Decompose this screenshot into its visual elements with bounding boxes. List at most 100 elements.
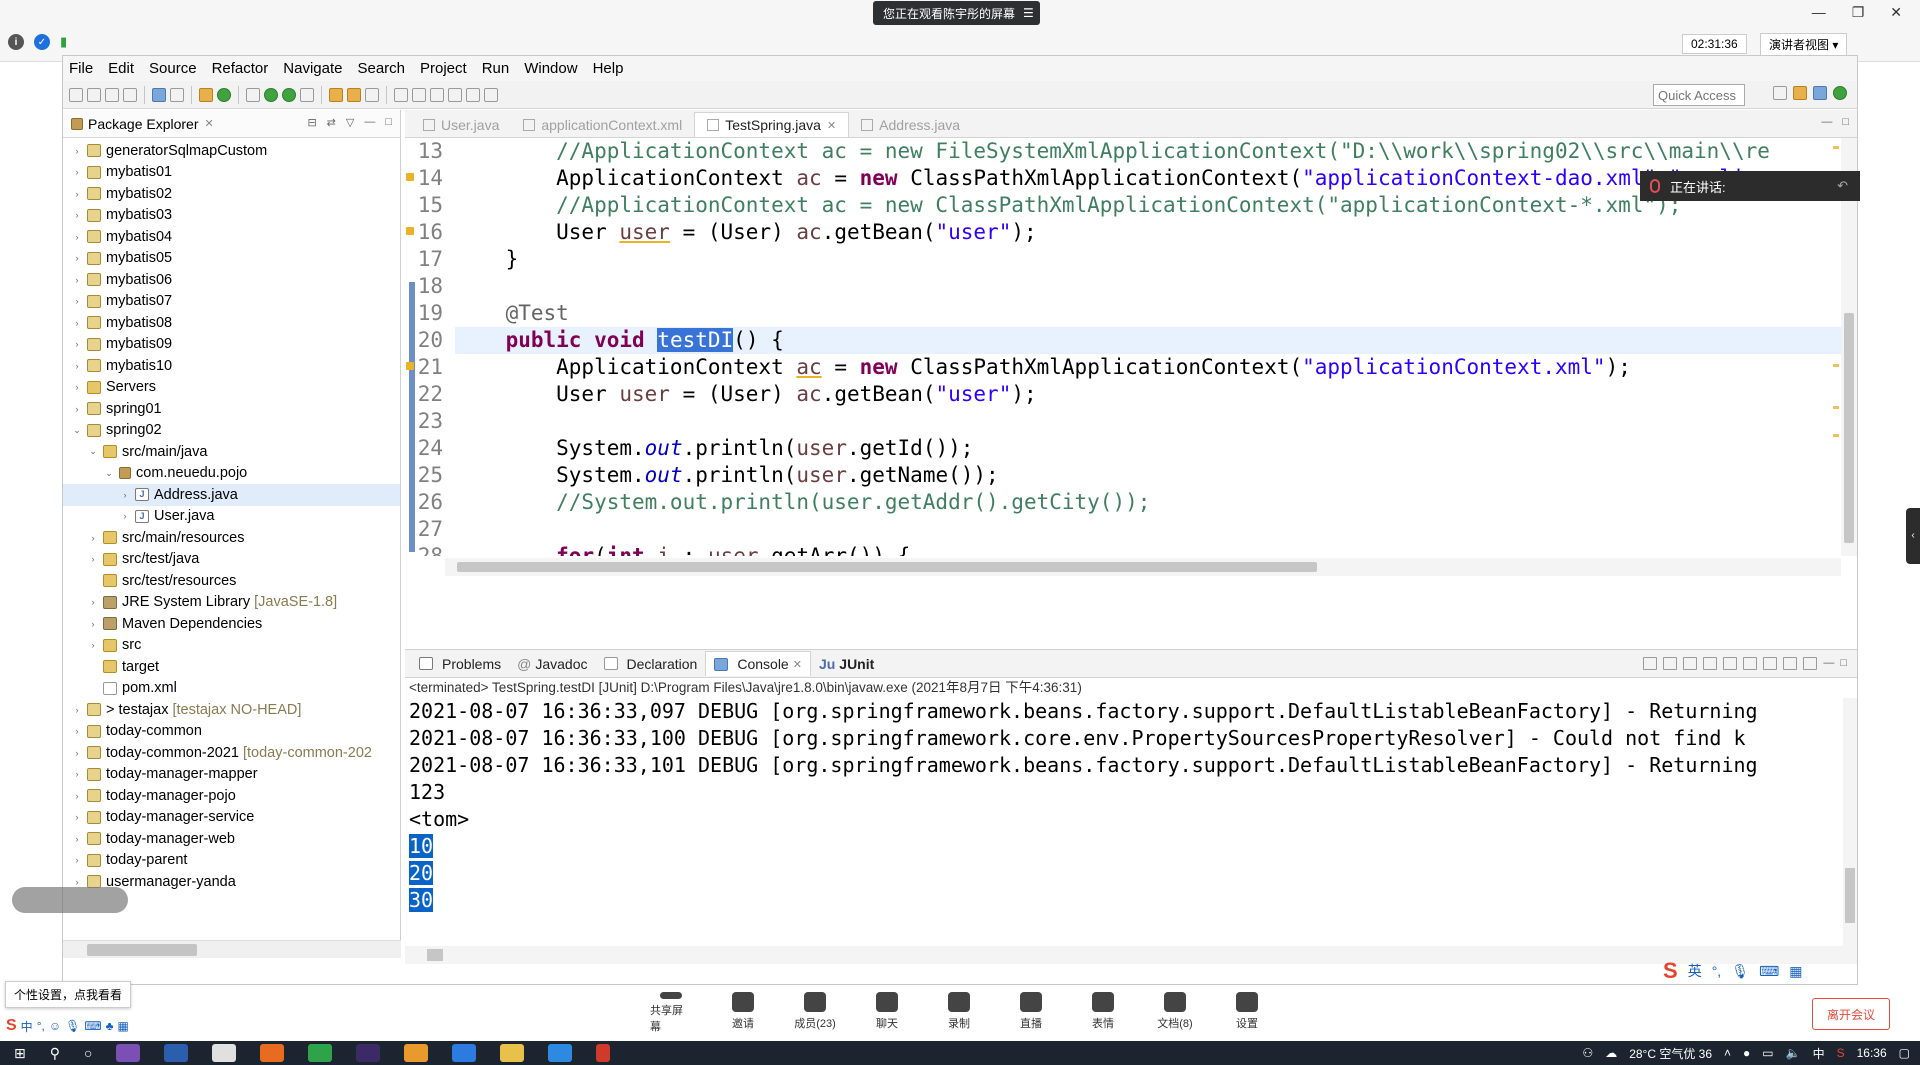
- line-number[interactable]: 14: [405, 165, 453, 192]
- side-panel-handle[interactable]: ‹: [1906, 508, 1920, 564]
- tab-user-java[interactable]: User.java: [411, 113, 511, 137]
- next-annotation-icon[interactable]: [412, 87, 426, 102]
- code-line[interactable]: //ApplicationContext ac = new ClassPathX…: [455, 192, 1841, 219]
- tab-test-spring-java[interactable]: TestSpring.java ✕: [694, 112, 850, 137]
- chevron-down-icon[interactable]: ⌄: [71, 425, 83, 436]
- console-line[interactable]: 2021-08-07 16:36:33,100 DEBUG [org.sprin…: [409, 725, 1857, 752]
- code-line[interactable]: ApplicationContext ac = new ClassPathXml…: [455, 165, 1841, 192]
- meeting-app-icon[interactable]: [452, 1044, 477, 1062]
- meeting-control-button[interactable]: 文档(8): [1154, 992, 1196, 1034]
- tree-item[interactable]: › today-manager-web: [63, 828, 400, 850]
- line-number[interactable]: 20: [405, 327, 453, 354]
- skip-breakpoints-icon[interactable]: [170, 87, 184, 102]
- chevron-right-icon[interactable]: ›: [71, 726, 83, 736]
- menu-icon[interactable]: ☰: [1023, 6, 1034, 20]
- code-line[interactable]: //ApplicationContext ac = new FileSystem…: [455, 138, 1841, 165]
- java-perspective-icon[interactable]: [1813, 86, 1827, 100]
- scrollbar-thumb[interactable]: [1844, 313, 1854, 543]
- chevron-right-icon[interactable]: ›: [119, 511, 131, 521]
- chevron-right-icon[interactable]: ›: [119, 490, 131, 500]
- tree-item[interactable]: ⌄ spring02: [63, 420, 400, 442]
- keyboard-icon[interactable]: ⌨: [84, 1019, 101, 1033]
- wechat-icon[interactable]: ●: [1743, 1046, 1750, 1060]
- terminate-icon[interactable]: [1643, 657, 1658, 670]
- code-line[interactable]: System.out.println(user.getId());: [455, 435, 1841, 462]
- code-lines[interactable]: //ApplicationContext ac = new FileSystem…: [455, 138, 1841, 556]
- coverage-icon[interactable]: [282, 87, 296, 102]
- prev-annotation-icon[interactable]: [430, 87, 444, 102]
- tree-item[interactable]: pom.xml: [63, 678, 400, 700]
- chevron-right-icon[interactable]: ›: [71, 361, 83, 371]
- chevron-down-icon[interactable]: ⌄: [87, 446, 99, 457]
- chevron-right-icon[interactable]: ›: [87, 533, 99, 543]
- meeting-control-button[interactable]: 成员(23): [794, 992, 836, 1034]
- tab-problems[interactable]: Problems: [411, 652, 509, 676]
- console-line[interactable]: 2021-08-07 16:36:33,097 DEBUG [org.sprin…: [409, 698, 1857, 725]
- tree-item[interactable]: › JRE System Library [JavaSE-1.8]: [63, 592, 400, 614]
- scrollbar-thumb[interactable]: [1845, 868, 1855, 923]
- console-line[interactable]: 20: [409, 860, 1857, 887]
- console-line[interactable]: 123: [409, 779, 1857, 806]
- line-number[interactable]: 21: [405, 354, 453, 381]
- punctuation-icon[interactable]: °,: [37, 1019, 45, 1033]
- code-line[interactable]: User user = (User) ac.getBean("user");: [455, 381, 1841, 408]
- tree-item[interactable]: src/test/resources: [63, 570, 400, 592]
- warning-marker[interactable]: [1833, 146, 1839, 149]
- close-icon[interactable]: ✕: [827, 119, 836, 132]
- chevron-right-icon[interactable]: ›: [71, 232, 83, 242]
- chevron-right-icon[interactable]: ›: [71, 296, 83, 306]
- search-icon[interactable]: [365, 87, 379, 102]
- tree-item[interactable]: › Servers: [63, 377, 400, 399]
- code-line[interactable]: }: [455, 246, 1841, 273]
- signal-icon[interactable]: ▮: [60, 34, 67, 50]
- tree-item[interactable]: › generatorSqlmapCustom: [63, 140, 400, 162]
- console-line[interactable]: <tom>: [409, 806, 1857, 833]
- firefox-icon[interactable]: [260, 1044, 285, 1062]
- terminal-icon[interactable]: [152, 87, 166, 102]
- minimize-icon[interactable]: —: [364, 116, 375, 129]
- menu-window[interactable]: Window: [524, 60, 577, 77]
- tree-item[interactable]: › today-common: [63, 721, 400, 743]
- meeting-control-button[interactable]: 录制: [938, 992, 980, 1034]
- horizontal-scrollbar[interactable]: [63, 940, 401, 958]
- warning-icon[interactable]: [406, 227, 414, 235]
- print-icon[interactable]: [123, 87, 137, 102]
- link-editor-icon[interactable]: ⇄: [327, 116, 336, 129]
- code-line[interactable]: [455, 273, 1841, 300]
- chevron-right-icon[interactable]: ›: [71, 253, 83, 263]
- tree-item[interactable]: › mybatis04: [63, 226, 400, 248]
- close-icon[interactable]: ✕: [793, 658, 802, 671]
- tree-item[interactable]: ⌄ com.neuedu.pojo: [63, 463, 400, 485]
- menu-refactor[interactable]: Refactor: [212, 60, 269, 77]
- console-output[interactable]: 2021-08-07 16:36:33,097 DEBUG [org.sprin…: [405, 698, 1857, 914]
- orange-app-icon[interactable]: [404, 1044, 429, 1062]
- chevron-right-icon[interactable]: ›: [71, 339, 83, 349]
- punctuation-icon[interactable]: °,: [1712, 963, 1722, 979]
- tab-console[interactable]: Console ✕: [705, 651, 811, 676]
- chevron-right-icon[interactable]: ›: [71, 791, 83, 801]
- save-icon[interactable]: [87, 87, 101, 102]
- horizontal-scrollbar[interactable]: [405, 946, 1857, 964]
- tray-language[interactable]: 英: [1688, 961, 1702, 981]
- tree-item[interactable]: › today-parent: [63, 850, 400, 872]
- tree-item[interactable]: › J Address.java: [63, 484, 400, 506]
- notification-icon[interactable]: ▢: [1899, 1046, 1910, 1060]
- tree-item[interactable]: › today-manager-pojo: [63, 785, 400, 807]
- leave-meeting-button[interactable]: 离开会议: [1812, 998, 1890, 1030]
- line-number[interactable]: 22: [405, 381, 453, 408]
- chevron-right-icon[interactable]: ›: [71, 318, 83, 328]
- code-line[interactable]: System.out.println(user.getName());: [455, 462, 1841, 489]
- open-perspective-icon[interactable]: [1773, 86, 1787, 100]
- scroll-lock-icon[interactable]: [1723, 657, 1738, 670]
- emoji-icon[interactable]: ☺: [49, 1019, 61, 1033]
- chevron-right-icon[interactable]: ›: [71, 275, 83, 285]
- chevron-right-icon[interactable]: ›: [87, 597, 99, 607]
- voice-icon[interactable]: 🎙: [1731, 963, 1749, 980]
- tab-address-java[interactable]: Address.java: [849, 113, 972, 137]
- console-line[interactable]: 30: [409, 887, 1857, 914]
- tab-junit[interactable]: Ju JUnit: [811, 652, 882, 676]
- maximize-icon[interactable]: □: [1840, 657, 1847, 670]
- maximize-icon[interactable]: □: [385, 116, 392, 129]
- line-number[interactable]: 26: [405, 489, 453, 516]
- qq-icon[interactable]: [596, 1044, 611, 1062]
